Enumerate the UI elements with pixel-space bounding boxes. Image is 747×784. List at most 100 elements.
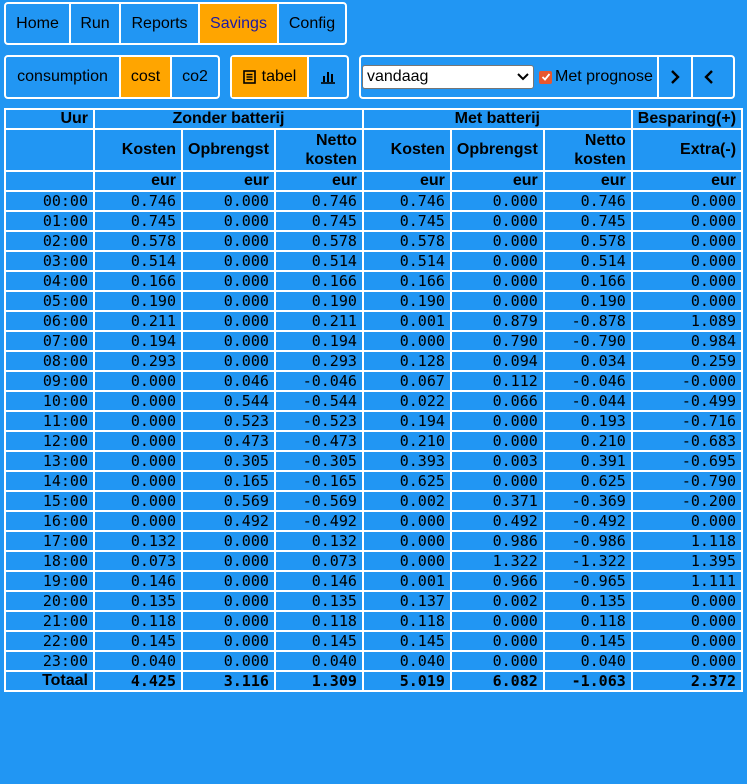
value-cell: 0.190 (361, 290, 452, 312)
value-cell: 0.145 (93, 630, 183, 652)
value-cell: -0.000 (630, 370, 744, 392)
chevron-right-icon (670, 70, 680, 84)
chevron-left-icon (704, 70, 713, 84)
value-cell: 0.000 (93, 490, 183, 512)
value-cell: 0.492 (449, 510, 545, 532)
value-cell: 0.034 (542, 350, 633, 372)
tab-cost[interactable]: cost (121, 57, 172, 97)
value-cell: 0.040 (542, 650, 633, 672)
value-cell: 0.000 (630, 610, 744, 632)
previous-button[interactable] (690, 55, 725, 99)
value-cell: 0.132 (273, 530, 364, 552)
total-cell: 4.425 (93, 670, 183, 692)
value-cell: 0.066 (449, 390, 545, 412)
hour-cell: 12:00 (4, 430, 95, 452)
hour-cell: 13:00 (4, 450, 95, 472)
tab-consumption[interactable]: consumption (6, 57, 121, 97)
value-cell: 0.000 (361, 530, 452, 552)
value-cell: 0.000 (449, 190, 545, 212)
next-button[interactable] (656, 55, 691, 99)
menu-home[interactable]: Home (6, 4, 71, 43)
hour-cell: 17:00 (4, 530, 95, 552)
hour-cell: 10:00 (4, 390, 95, 412)
header-net-line1: Netto (584, 132, 626, 149)
value-cell: 0.305 (181, 450, 276, 472)
forecast-checkbox-label: Met prognose (555, 68, 653, 85)
value-cell: 0.514 (361, 250, 452, 272)
table-row: 19:00 0.146 0.000 0.146 0.001 0.966 -0.965 1.11… (4, 570, 744, 592)
value-cell: 0.371 (449, 490, 545, 512)
header-net-with: Netto kosten (542, 128, 633, 172)
value-cell: 0.393 (361, 450, 452, 472)
table-row: 15:00 0.000 0.569 -0.569 0.002 0.371 -0.369 -0.… (4, 490, 744, 512)
value-cell: -0.790 (630, 470, 744, 492)
value-cell: 0.145 (361, 630, 452, 652)
hour-cell: 21:00 (4, 610, 95, 632)
total-cell: -1.063 (542, 670, 633, 692)
total-row: Totaal 4.425 3.116 1.309 5.019 6.082 -1.063 2.3… (4, 670, 744, 692)
unit-row: eur eur eur eur eur eur eur (4, 170, 744, 192)
forecast-checkbox[interactable] (539, 70, 552, 84)
value-cell: 0.000 (630, 590, 744, 612)
value-cell: 0.112 (449, 370, 545, 392)
menu-run[interactable]: Run (71, 4, 121, 43)
total-cell: 5.019 (361, 670, 452, 692)
value-cell: 0.000 (361, 330, 452, 352)
tab-tabel[interactable]: tabel (232, 57, 309, 97)
header-net-line2: kosten (305, 151, 357, 168)
value-cell: -0.683 (630, 430, 744, 452)
table-row: 09:00 0.000 0.046 -0.046 0.067 0.112 -0.046 -0.… (4, 370, 744, 392)
header-with-battery: Met batterij (361, 108, 633, 130)
value-cell: 0.146 (93, 570, 183, 592)
value-cell: 0.040 (273, 650, 364, 672)
menu-reports[interactable]: Reports (121, 4, 200, 43)
table-row: 10:00 0.000 0.544 -0.544 0.022 0.066 -0.044 -0.… (4, 390, 744, 412)
value-cell: 0.578 (361, 230, 452, 252)
table-row: 22:00 0.145 0.000 0.145 0.145 0.000 0.145 0.000 (4, 630, 744, 652)
value-cell: 0.135 (93, 590, 183, 612)
value-cell: -0.716 (630, 410, 744, 432)
value-cell: -0.569 (273, 490, 364, 512)
period-controls: vandaag Met prognose (359, 55, 735, 99)
unit-label: eur (630, 170, 744, 192)
hour-cell: 19:00 (4, 570, 95, 592)
value-cell: 0.000 (630, 290, 744, 312)
unit-label: eur (542, 170, 633, 192)
table-row: 08:00 0.293 0.000 0.293 0.128 0.094 0.034 0.259 (4, 350, 744, 372)
value-cell: 0.210 (361, 430, 452, 452)
value-cell: 0.194 (273, 330, 364, 352)
value-cell: 0.165 (181, 470, 276, 492)
value-cell: 0.000 (181, 530, 276, 552)
header-hour: Uur (4, 108, 95, 130)
value-cell: 0.746 (542, 190, 633, 212)
value-cell: 0.578 (542, 230, 633, 252)
table-row: 16:00 0.000 0.492 -0.492 0.000 0.492 -0.492 0.0… (4, 510, 744, 532)
value-cell: 0.000 (449, 290, 545, 312)
value-cell: 0.000 (181, 210, 276, 232)
value-cell: 0.000 (449, 430, 545, 452)
table-row: 00:00 0.746 0.000 0.746 0.746 0.000 0.746 0.000 (4, 190, 744, 212)
tab-tabel-label: tabel (261, 68, 297, 85)
value-cell: 0.000 (181, 570, 276, 592)
value-cell: 0.000 (181, 630, 276, 652)
table-row: 01:00 0.745 0.000 0.745 0.745 0.000 0.745 0.000 (4, 210, 744, 232)
hour-cell: 08:00 (4, 350, 95, 372)
value-cell: 0.073 (93, 550, 183, 572)
hour-cell: 05:00 (4, 290, 95, 312)
table-row: 13:00 0.000 0.305 -0.305 0.393 0.003 0.391 -0.6… (4, 450, 744, 472)
total-cell: 2.372 (630, 670, 744, 692)
header-savings: Besparing(+) (630, 108, 744, 130)
menu-config[interactable]: Config (279, 4, 345, 43)
tab-chart[interactable] (309, 57, 347, 97)
value-cell: 0.000 (181, 650, 276, 672)
value-cell: 0.000 (93, 390, 183, 412)
value-cell: 0.000 (630, 250, 744, 272)
period-select[interactable]: vandaag (362, 65, 534, 89)
unit-label: eur (93, 170, 183, 192)
hour-cell: 11:00 (4, 410, 95, 432)
chevron-down-icon (517, 73, 529, 81)
value-cell: 0.132 (93, 530, 183, 552)
menu-savings[interactable]: Savings (200, 4, 279, 43)
tab-co2[interactable]: co2 (172, 57, 218, 97)
unit-label: eur (449, 170, 545, 192)
